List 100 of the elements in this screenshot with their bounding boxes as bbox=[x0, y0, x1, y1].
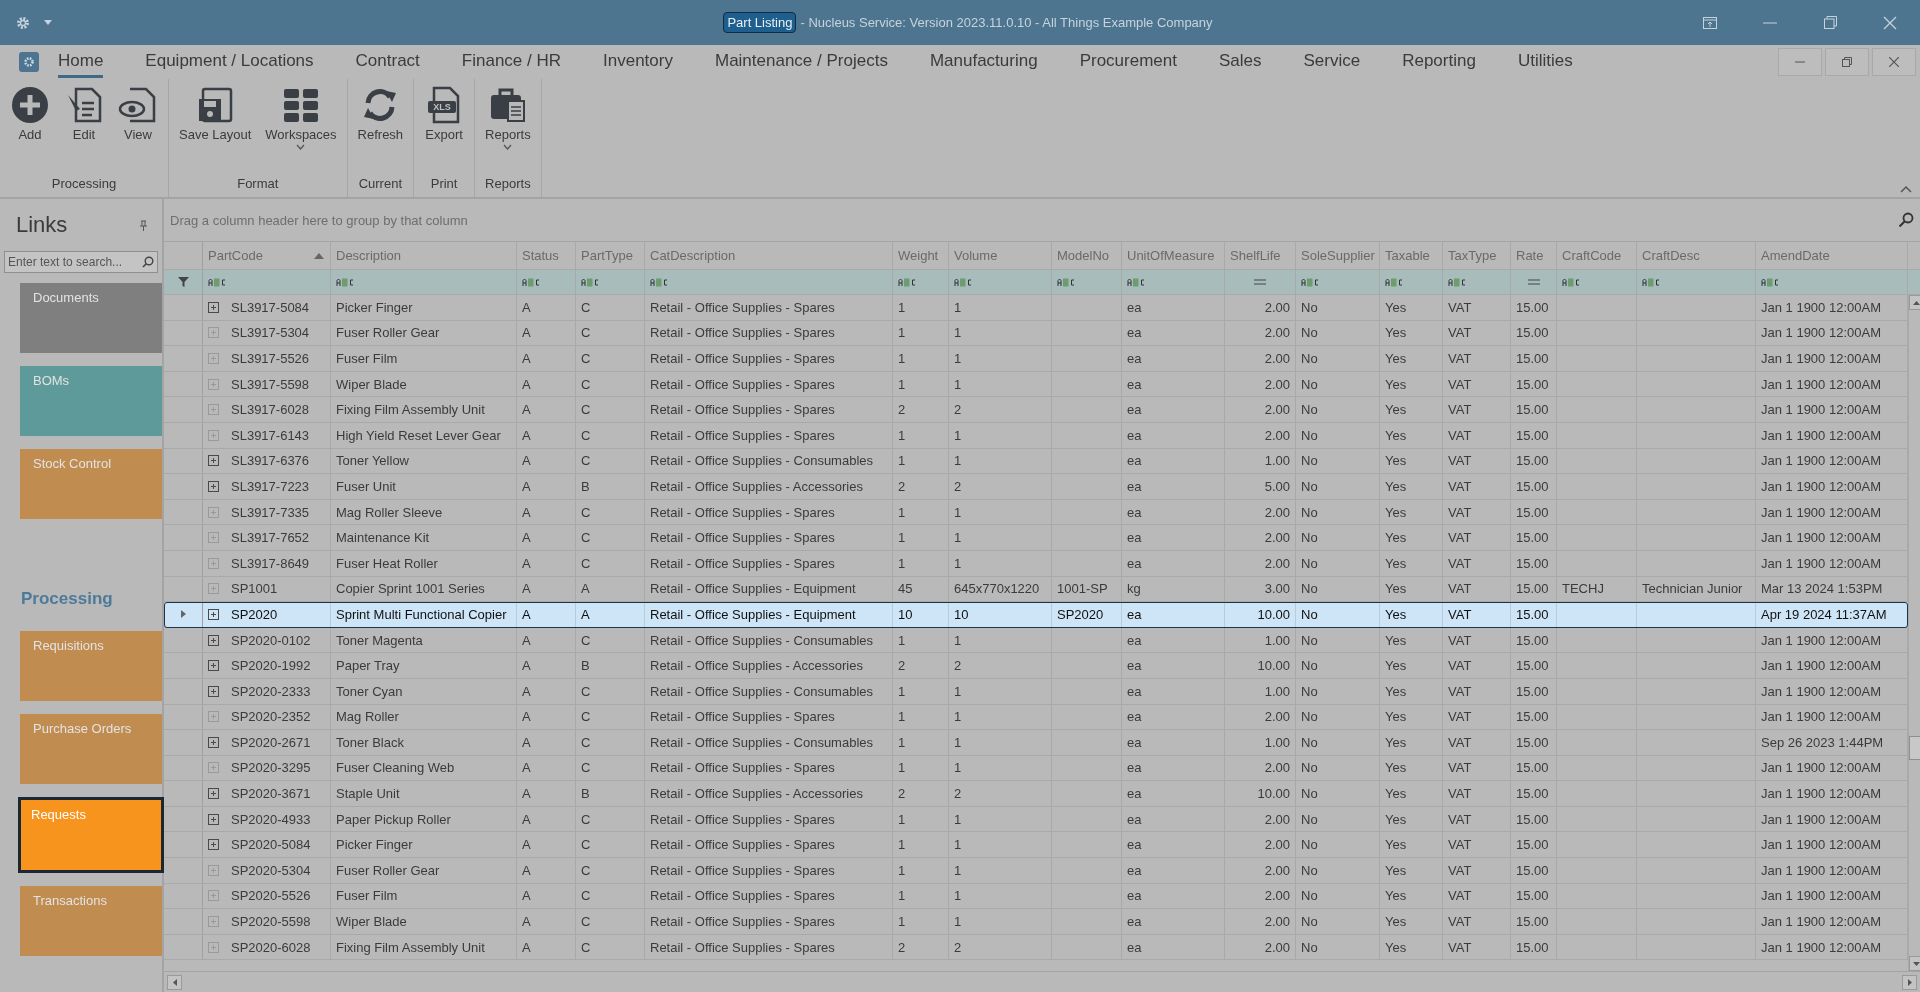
column-header[interactable]: PartCode bbox=[203, 242, 331, 269]
table-cell: No bbox=[1301, 734, 1318, 750]
text-filter-icon[interactable] bbox=[1448, 277, 1466, 287]
expand-icon[interactable] bbox=[208, 839, 219, 851]
text-filter-icon[interactable] bbox=[208, 277, 226, 287]
text-filter-icon[interactable] bbox=[1127, 277, 1145, 287]
table-cell: 1 bbox=[898, 351, 906, 366]
selected-row[interactable]: SP2020 Sprint Multi Functional Copier A A Retail - Office Supplies - Equipment 10 10 SP2020 ea 10.00 No Yes VAT 15.00 Apr 19 2024 11:37AM bbox=[164, 602, 1908, 628]
dropdown-caret-icon[interactable] bbox=[44, 20, 52, 25]
ribbon-tab[interactable]: Maintenance / Projects bbox=[714, 46, 888, 78]
column-header[interactable]: Description bbox=[331, 242, 517, 269]
table-cell: 1 bbox=[954, 632, 962, 648]
text-filter-icon[interactable] bbox=[581, 277, 599, 287]
expand-icon[interactable] bbox=[208, 301, 219, 313]
table-cell: 1 bbox=[898, 862, 906, 878]
ribbon-button[interactable]: Workspaces bbox=[259, 83, 343, 176]
text-filter-icon[interactable] bbox=[522, 277, 540, 287]
table-cell: Fuser Unit bbox=[336, 478, 396, 494]
ribbon-button[interactable]: Reports bbox=[479, 83, 537, 176]
column-header[interactable]: AmendDate bbox=[1756, 242, 1908, 269]
table-cell: Yes bbox=[1385, 760, 1407, 776]
expand-icon[interactable] bbox=[208, 634, 219, 646]
column-header[interactable]: Status bbox=[517, 242, 576, 269]
column-header[interactable]: CraftDesc bbox=[1637, 242, 1756, 269]
table-cell: No bbox=[1301, 325, 1318, 341]
column-header[interactable]: TaxType bbox=[1443, 242, 1511, 269]
vertical-scrollbar[interactable] bbox=[1908, 295, 1920, 971]
expand-icon[interactable] bbox=[208, 813, 219, 825]
ribbon-tab[interactable]: Sales bbox=[1218, 46, 1262, 78]
column-header[interactable]: CraftCode bbox=[1557, 242, 1637, 269]
filter-icon[interactable] bbox=[177, 277, 189, 287]
ribbon-button[interactable]: View bbox=[112, 83, 164, 176]
expand-icon[interactable] bbox=[208, 685, 219, 697]
app-menu-icon[interactable] bbox=[19, 52, 39, 72]
search-field[interactable]: Enter text to search... bbox=[4, 251, 158, 273]
column-header[interactable]: CatDescription bbox=[645, 242, 893, 269]
ribbon-button[interactable]: Edit bbox=[58, 83, 110, 176]
search-icon[interactable] bbox=[142, 256, 154, 268]
text-filter-icon[interactable] bbox=[1385, 277, 1403, 287]
scroll-left-button[interactable] bbox=[167, 974, 182, 990]
ribbon-tab[interactable]: Manufacturing bbox=[929, 46, 1038, 78]
ribbon-tab[interactable]: Finance / HR bbox=[461, 46, 562, 78]
text-filter-icon[interactable] bbox=[898, 277, 916, 287]
text-filter-icon[interactable] bbox=[336, 277, 354, 287]
expand-icon[interactable] bbox=[208, 608, 219, 620]
table-cell: C bbox=[581, 325, 591, 341]
expand-icon[interactable] bbox=[208, 455, 219, 467]
ribbon-tab[interactable]: Reporting bbox=[1402, 46, 1476, 78]
expand-icon[interactable] bbox=[208, 660, 219, 672]
link-tile[interactable]: Stock Control bbox=[20, 449, 162, 519]
ribbon-tab[interactable]: Service bbox=[1303, 46, 1361, 78]
ribbon-tab[interactable]: Procurement bbox=[1079, 46, 1177, 78]
search-icon[interactable] bbox=[1898, 212, 1914, 228]
scroll-thumb[interactable] bbox=[1909, 736, 1920, 760]
text-filter-icon[interactable] bbox=[1057, 277, 1075, 287]
link-tile[interactable]: BOMs bbox=[20, 366, 162, 436]
column-header[interactable]: ModelNo bbox=[1052, 242, 1122, 269]
ribbon-tab[interactable]: Inventory bbox=[603, 46, 673, 78]
link-tile[interactable]: Documents bbox=[20, 283, 162, 353]
scroll-down-button[interactable] bbox=[1909, 956, 1920, 971]
expand-icon[interactable] bbox=[208, 480, 219, 492]
table-cell: 2 bbox=[898, 786, 906, 802]
column-header[interactable]: UnitOfMeasure bbox=[1122, 242, 1225, 269]
ribbon-tab[interactable]: Utilities bbox=[1517, 46, 1573, 78]
ribbon-button[interactable]: Refresh bbox=[351, 83, 410, 176]
pin-icon[interactable] bbox=[139, 219, 148, 231]
ribbon-button[interactable]: Add bbox=[4, 83, 56, 176]
link-tile[interactable]: Requests bbox=[18, 797, 164, 873]
ribbon-tab[interactable]: Equipment / Locations bbox=[145, 46, 314, 78]
text-filter-icon[interactable] bbox=[650, 277, 668, 287]
link-tile[interactable]: Requisitions bbox=[20, 631, 162, 701]
table-cell: No bbox=[1301, 939, 1318, 955]
text-filter-icon[interactable] bbox=[1642, 277, 1660, 287]
text-filter-icon[interactable] bbox=[954, 277, 972, 287]
link-tile[interactable]: Transactions bbox=[20, 886, 162, 956]
gear-icon[interactable] bbox=[16, 15, 30, 30]
scroll-up-button[interactable] bbox=[1909, 295, 1920, 310]
column-header[interactable]: SoleSupplier bbox=[1296, 242, 1380, 269]
ribbon-button[interactable]: Save Layout bbox=[173, 83, 258, 176]
table-cell: 5.00 bbox=[1264, 478, 1290, 494]
collapse-caret-icon[interactable] bbox=[1900, 185, 1912, 193]
horizontal-scrollbar[interactable] bbox=[164, 971, 1920, 992]
table-cell: 15.00 bbox=[1516, 478, 1549, 494]
text-filter-icon[interactable] bbox=[1761, 277, 1779, 287]
ribbon-tab[interactable]: Contract bbox=[355, 46, 420, 78]
text-filter-icon[interactable] bbox=[1301, 277, 1319, 287]
column-header[interactable]: Rate bbox=[1511, 242, 1557, 269]
text-filter-icon[interactable] bbox=[1562, 277, 1580, 287]
column-header[interactable]: Weight bbox=[893, 242, 949, 269]
ribbon-button[interactable]: XLS Export bbox=[418, 83, 471, 176]
column-header[interactable]: PartType bbox=[576, 242, 645, 269]
link-tile[interactable]: Purchase Orders bbox=[20, 714, 162, 784]
expand-icon[interactable] bbox=[208, 788, 219, 800]
scroll-right-button[interactable] bbox=[1902, 974, 1917, 990]
column-header[interactable]: Taxable bbox=[1380, 242, 1443, 269]
ribbon-tab[interactable]: Home bbox=[58, 46, 104, 78]
expand-icon[interactable] bbox=[208, 736, 219, 748]
column-header[interactable]: Volume bbox=[949, 242, 1052, 269]
restore-button[interactable] bbox=[1825, 48, 1869, 76]
column-header[interactable]: ShelfLife bbox=[1225, 242, 1296, 269]
